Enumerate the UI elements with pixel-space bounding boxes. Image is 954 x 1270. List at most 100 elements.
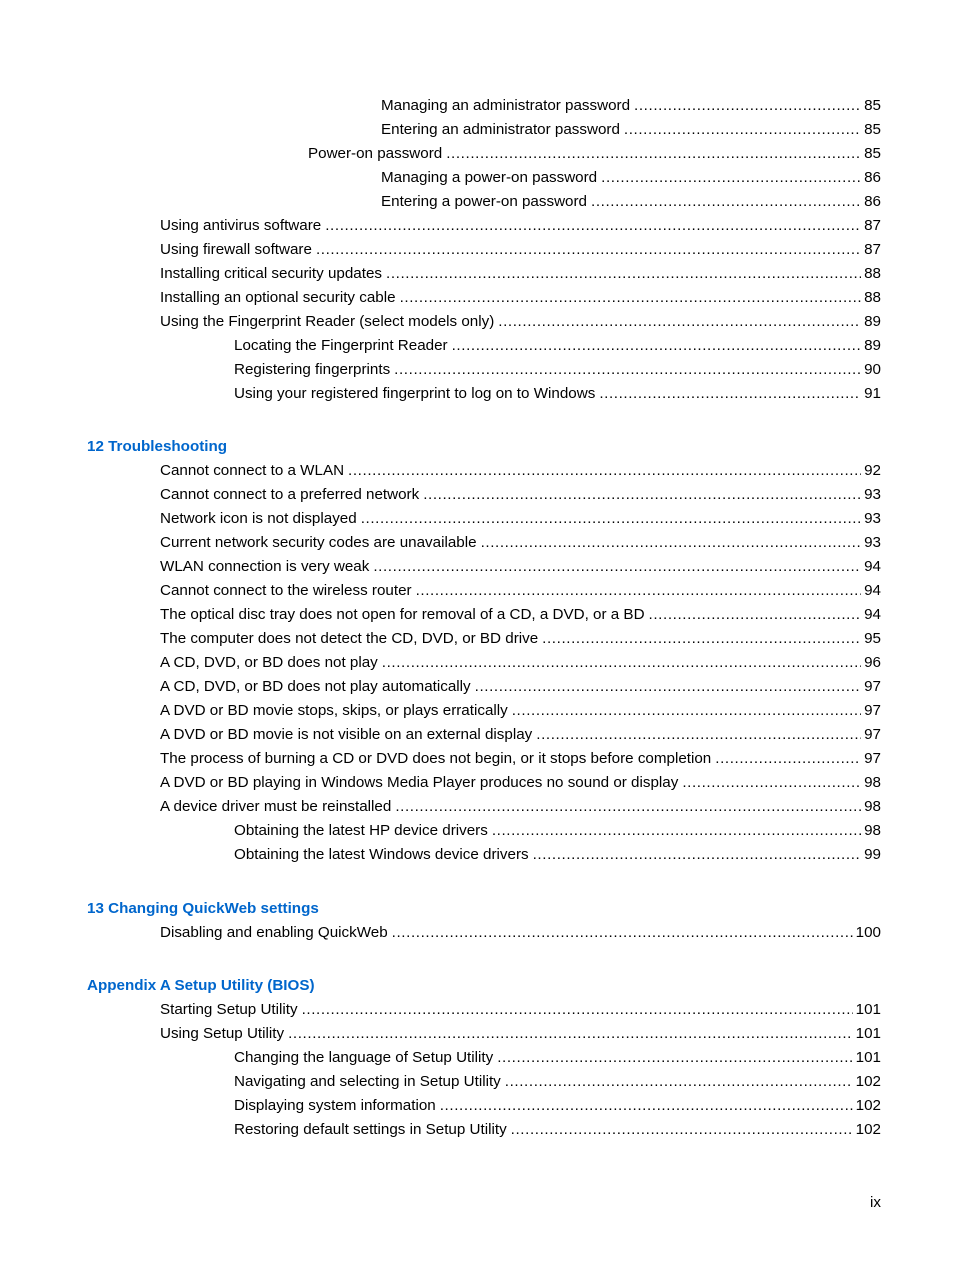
dot-leader <box>475 675 861 699</box>
dot-leader <box>386 262 861 286</box>
toc-entry-title: A device driver must be reinstalled <box>160 798 392 815</box>
dot-leader <box>316 238 861 262</box>
toc-entry[interactable]: The optical disc tray does not open for … <box>160 603 881 627</box>
toc-entry-title: Registering fingerprints <box>234 361 391 378</box>
toc-entry[interactable]: Obtaining the latest HP device drivers 98 <box>234 819 881 843</box>
toc-entry[interactable]: Installing critical security updates 88 <box>160 262 881 286</box>
toc-entry[interactable]: Cannot connect to a WLAN 92 <box>160 459 881 483</box>
toc-entry-title: Disabling and enabling QuickWeb <box>160 924 388 941</box>
dot-leader <box>394 358 861 382</box>
dot-leader <box>302 998 853 1022</box>
toc-entry-title: Locating the Fingerprint Reader <box>234 337 448 354</box>
toc-entry[interactable]: Current network security codes are unava… <box>160 531 881 555</box>
toc-entry-page: 86 <box>864 169 881 186</box>
toc-entry[interactable]: Navigating and selecting in Setup Utilit… <box>234 1070 881 1094</box>
toc-entry-title: A CD, DVD, or BD does not play <box>160 654 378 671</box>
toc-entry-title: A CD, DVD, or BD does not play automatic… <box>160 678 471 695</box>
toc-entry[interactable]: Entering an administrator password 85 <box>381 118 881 142</box>
dot-leader <box>392 921 853 945</box>
toc-entry[interactable]: Obtaining the latest Windows device driv… <box>234 843 881 867</box>
toc-entry[interactable]: Displaying system information 102 <box>234 1094 881 1118</box>
toc-entry-page: 93 <box>864 510 881 527</box>
toc-entry-page: 86 <box>864 193 881 210</box>
dot-leader <box>498 310 861 334</box>
chapter-heading[interactable]: Appendix A Setup Utility (BIOS) <box>87 974 315 998</box>
dot-leader <box>505 1070 853 1094</box>
toc-entry-page: 101 <box>855 1049 881 1066</box>
toc-entry[interactable]: Changing the language of Setup Utility 10… <box>234 1046 881 1070</box>
toc-entry[interactable]: Installing an optional security cable 88 <box>160 286 881 310</box>
toc-entry[interactable]: Using your registered fingerprint to log… <box>234 382 881 406</box>
toc-entry-page: 97 <box>864 726 881 743</box>
toc-entry-page: 95 <box>864 630 881 647</box>
toc-entry[interactable]: Cannot connect to the wireless router 94 <box>160 579 881 603</box>
dot-leader <box>348 459 861 483</box>
toc-entry[interactable]: Power-on password 85 <box>308 142 881 166</box>
toc-entry[interactable]: Restoring default settings in Setup Util… <box>234 1118 881 1142</box>
toc-entry-page: 100 <box>855 924 881 941</box>
toc-entry-page: 96 <box>864 654 881 671</box>
toc-entry[interactable]: A DVD or BD playing in Windows Media Pla… <box>160 771 881 795</box>
toc-entry[interactable]: Entering a power-on password 86 <box>381 190 881 214</box>
dot-leader <box>634 94 861 118</box>
dot-leader <box>395 795 861 819</box>
toc-entry[interactable]: Using the Fingerprint Reader (select mod… <box>160 310 881 334</box>
chapter-heading[interactable]: 12 Troubleshooting <box>87 435 227 459</box>
toc-entry-page: 90 <box>864 361 881 378</box>
toc-entry[interactable]: Network icon is not displayed 93 <box>160 507 881 531</box>
dot-leader <box>446 142 861 166</box>
dot-leader <box>481 531 862 555</box>
toc-entry-title: Installing an optional security cable <box>160 289 396 306</box>
toc-entry-page: 88 <box>864 289 881 306</box>
toc-entry-title: The optical disc tray does not open for … <box>160 606 645 623</box>
toc-entry-page: 94 <box>864 606 881 623</box>
dot-leader <box>440 1094 853 1118</box>
toc-entry-page: 99 <box>864 846 881 863</box>
dot-leader <box>536 723 861 747</box>
toc-entry-page: 102 <box>855 1097 881 1114</box>
toc-entry[interactable]: A device driver must be reinstalled 98 <box>160 795 881 819</box>
toc-entry[interactable]: The process of burning a CD or DVD does … <box>160 747 881 771</box>
toc-entry[interactable]: Disabling and enabling QuickWeb 100 <box>160 921 881 945</box>
toc-entry[interactable]: A CD, DVD, or BD does not play automatic… <box>160 675 881 699</box>
toc-entry-title: Obtaining the latest Windows device driv… <box>234 846 529 863</box>
toc-entry[interactable]: Registering fingerprints 90 <box>234 358 881 382</box>
toc-entry[interactable]: Cannot connect to a preferred network 93 <box>160 483 881 507</box>
toc-entry-page: 102 <box>855 1121 881 1138</box>
toc-entry-title: Using firewall software <box>160 241 312 258</box>
toc-entry-page: 89 <box>864 313 881 330</box>
dot-leader <box>599 382 861 406</box>
toc-entry-page: 98 <box>864 798 881 815</box>
toc-entry[interactable]: A DVD or BD movie stops, skips, or plays… <box>160 699 881 723</box>
toc-entry[interactable]: The computer does not detect the CD, DVD… <box>160 627 881 651</box>
dot-leader <box>497 1046 852 1070</box>
toc-entry-page: 85 <box>864 145 881 162</box>
toc-entry-title: Using Setup Utility <box>160 1025 285 1042</box>
toc-entry-title: The process of burning a CD or DVD does … <box>160 750 712 767</box>
toc-entry-title: Current network security codes are unava… <box>160 534 477 551</box>
toc-entry[interactable]: WLAN connection is very weak 94 <box>160 555 881 579</box>
toc-entry-page: 92 <box>864 462 881 479</box>
toc-entry-page: 97 <box>864 678 881 695</box>
dot-leader <box>715 747 861 771</box>
dot-leader <box>492 819 861 843</box>
toc-entry-title: Power-on password <box>308 145 443 162</box>
toc-entry[interactable]: Using Setup Utility 101 <box>160 1022 881 1046</box>
toc-entry-title: Cannot connect to a preferred network <box>160 486 420 503</box>
toc-entry[interactable]: A CD, DVD, or BD does not play 96 <box>160 651 881 675</box>
toc-entry[interactable]: A DVD or BD movie is not visible on an e… <box>160 723 881 747</box>
toc-entry-title: Using your registered fingerprint to log… <box>234 385 596 402</box>
chapter-heading[interactable]: 13 Changing QuickWeb settings <box>87 897 319 921</box>
toc-entry-title: A DVD or BD movie stops, skips, or plays… <box>160 702 508 719</box>
toc-entry[interactable]: Managing a power-on password 86 <box>381 166 881 190</box>
toc-entry-page: 97 <box>864 702 881 719</box>
toc-entry[interactable]: Starting Setup Utility 101 <box>160 998 881 1022</box>
toc-entry[interactable]: Using antivirus software 87 <box>160 214 881 238</box>
toc-entry[interactable]: Managing an administrator password 85 <box>381 94 881 118</box>
toc-entry-page: 87 <box>864 217 881 234</box>
dot-leader <box>288 1022 853 1046</box>
toc-entry[interactable]: Using firewall software 87 <box>160 238 881 262</box>
toc-entry-page: 85 <box>864 97 881 114</box>
dot-leader <box>542 627 861 651</box>
toc-entry[interactable]: Locating the Fingerprint Reader 89 <box>234 334 881 358</box>
